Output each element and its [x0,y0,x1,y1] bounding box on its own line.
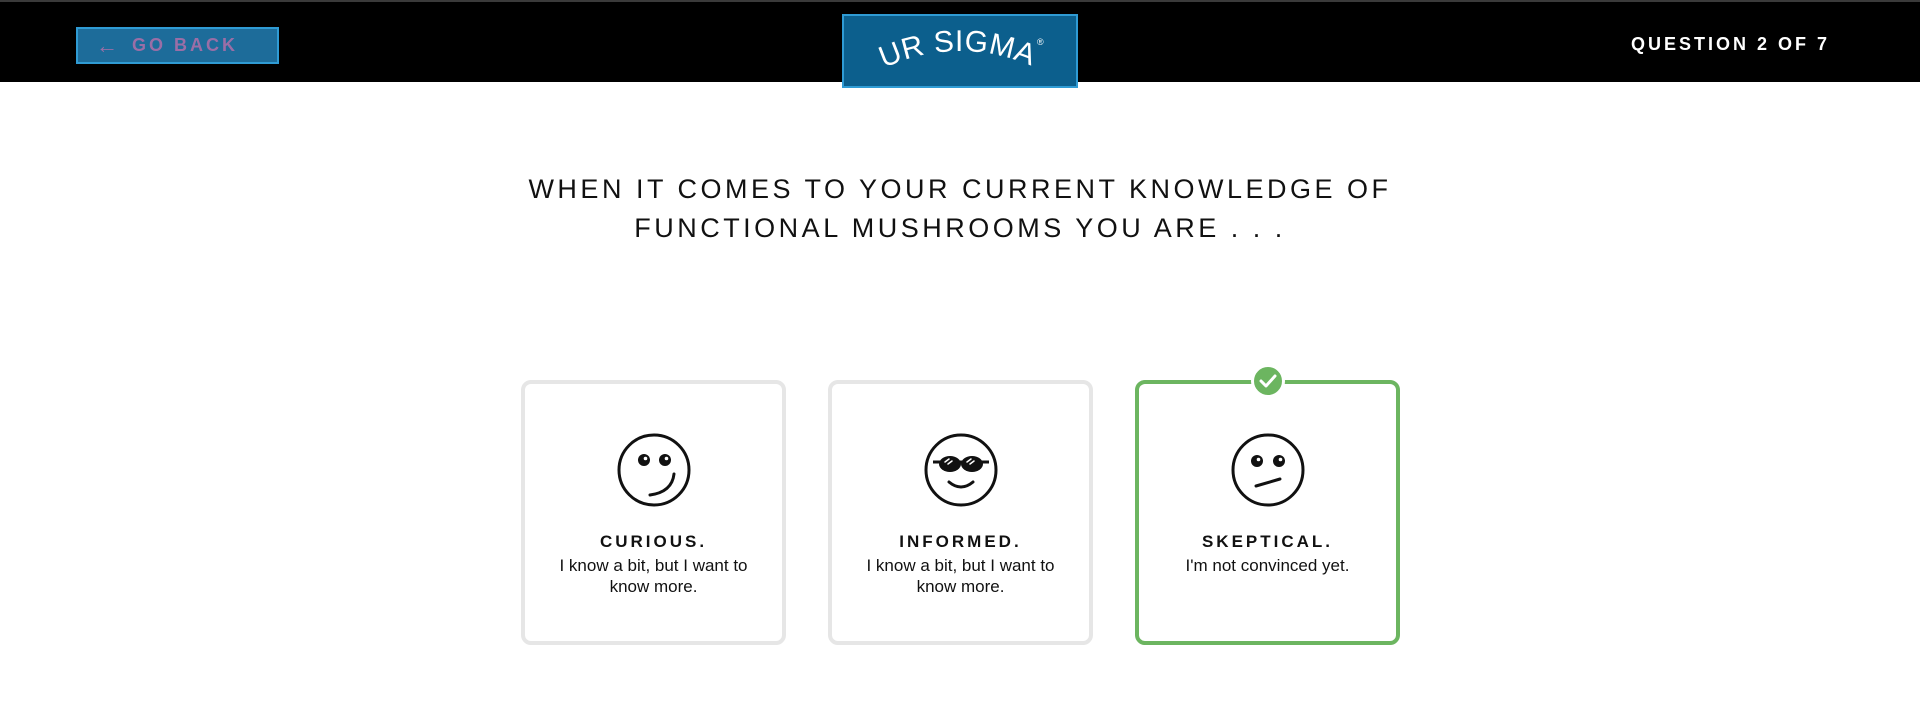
go-back-button[interactable]: ← GO BACK [76,27,279,64]
skeptical-face-icon [1231,433,1304,507]
logo-text: FOUR SIGMATIC [860,23,1040,74]
option-curious-card[interactable]: CURIOUS. I know a bit, but I want to kno… [521,380,786,645]
brand-logo[interactable]: FOUR SIGMATIC ® [842,14,1078,88]
question-line-1: WHEN IT COMES TO YOUR CURRENT KNOWLEDGE … [528,174,1392,204]
question-heading: WHEN IT COMES TO YOUR CURRENT KNOWLEDGE … [0,170,1920,248]
question-line-2: FUNCTIONAL MUSHROOMS YOU ARE . . . [634,213,1286,243]
smile-face-icon [617,433,690,507]
option-description: I'm not convinced yet. [1185,556,1350,575]
option-title: INFORMED. [899,532,1022,551]
selected-checkmark-icon [1250,364,1285,398]
top-bar: ← GO BACK FOUR SIGMATIC ® QUESTION 2 OF … [0,0,1920,88]
answer-options: CURIOUS. I know a bit, but I want to kno… [521,364,1400,645]
four-sigmatic-logo: FOUR SIGMATIC ® [860,23,1044,74]
checkmark-icon [1259,374,1276,388]
registered-mark: ® [1037,37,1044,47]
option-informed-card[interactable]: INFORMED. I know a bit, but I want to kn… [828,380,1093,645]
sunglasses-face-icon [924,433,997,507]
option-description: I know a bit, but I want to know more. [866,556,1055,596]
option-title: CURIOUS. [599,532,708,551]
arrow-left-icon: ← [96,32,118,58]
go-back-label: GO BACK [132,35,238,55]
svg-text:FOUR SIGMATIC: FOUR SIGMATIC [860,23,1040,74]
option-title: SKEPTICAL. [1201,532,1334,551]
option-skeptical-card[interactable]: SKEPTICAL. I'm not convinced yet. [1135,364,1400,645]
option-description: I know a bit, but I want to know more. [559,556,748,596]
question-progress: QUESTION 2 OF 7 [1630,34,1830,54]
